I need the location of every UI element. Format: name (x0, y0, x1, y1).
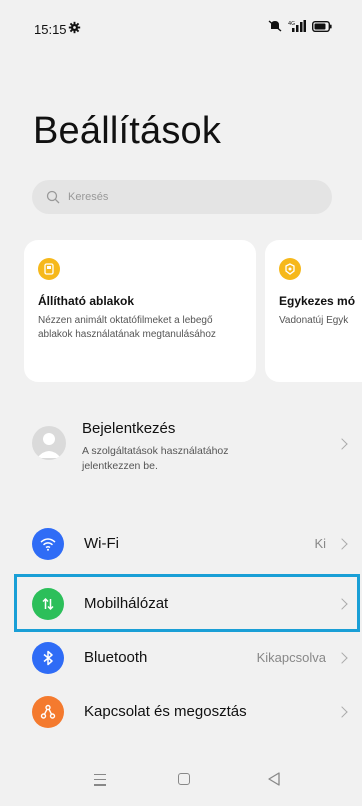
battery-icon (312, 20, 332, 32)
hand-icon (279, 258, 301, 280)
settings-item-connection-sharing[interactable]: Kapcsolat és megosztás (0, 688, 362, 736)
settings-item-label: Wi-Fi (84, 535, 119, 552)
login-title: Bejelentkezés (82, 420, 176, 437)
tip-card-description: Nézzen animált oktatófilmeket a lebegő a… (38, 315, 216, 340)
system-icons: 4G (268, 20, 332, 32)
home-icon[interactable] (178, 773, 190, 785)
settings-item-label: Bluetooth (84, 649, 148, 666)
search-icon (46, 190, 60, 204)
status-bar: 15:15 4G (0, 0, 362, 60)
login-row[interactable]: Bejelentkezés A szolgáltatások használat… (24, 404, 362, 482)
wifi-icon (32, 528, 64, 560)
settings-item-wifi[interactable]: Wi-Fi Ki (0, 520, 362, 568)
page-title: Beállítások (33, 110, 222, 152)
login-description: A szolgáltatások használatához jelentkez… (82, 445, 229, 472)
svg-text:4G: 4G (288, 21, 295, 27)
chevron-right-icon (336, 652, 348, 664)
back-icon[interactable] (268, 772, 280, 786)
signal-icon: 4G (288, 20, 306, 32)
tip-card-title: Állítható ablakok (38, 294, 135, 308)
chevron-right-icon (336, 706, 348, 718)
chevron-right-icon (336, 538, 348, 550)
navigation-bar (0, 756, 362, 806)
settings-item-bluetooth[interactable]: Bluetooth Kikapcsolva (0, 634, 362, 682)
mute-icon (268, 20, 282, 32)
settings-item-value: Ki (314, 536, 326, 551)
gear-icon (68, 21, 81, 34)
search-input[interactable] (68, 191, 288, 203)
tips-carousel[interactable]: Állítható ablakok Nézzen animált oktatóf… (0, 240, 362, 382)
status-time: 15:15 (34, 22, 67, 37)
tip-card-one-hand[interactable]: Egykezes mó Vadonatúj Egyk (265, 240, 362, 382)
settings-item-value: Kikapcsolva (256, 650, 326, 665)
tip-card-windows[interactable]: Állítható ablakok Nézzen animált oktatóf… (24, 240, 256, 382)
bluetooth-icon (32, 642, 64, 674)
tip-card-description: Vadonatúj Egyk (279, 315, 349, 326)
connection-icon (32, 696, 64, 728)
menu-icon[interactable] (94, 774, 106, 786)
window-icon (38, 258, 60, 280)
chevron-right-icon (336, 438, 348, 450)
settings-item-label: Kapcsolat és megosztás (84, 703, 247, 720)
avatar (32, 426, 66, 460)
tip-card-title: Egykezes mó (279, 294, 356, 308)
selection-highlight (14, 574, 360, 632)
search-bar[interactable] (32, 180, 332, 214)
